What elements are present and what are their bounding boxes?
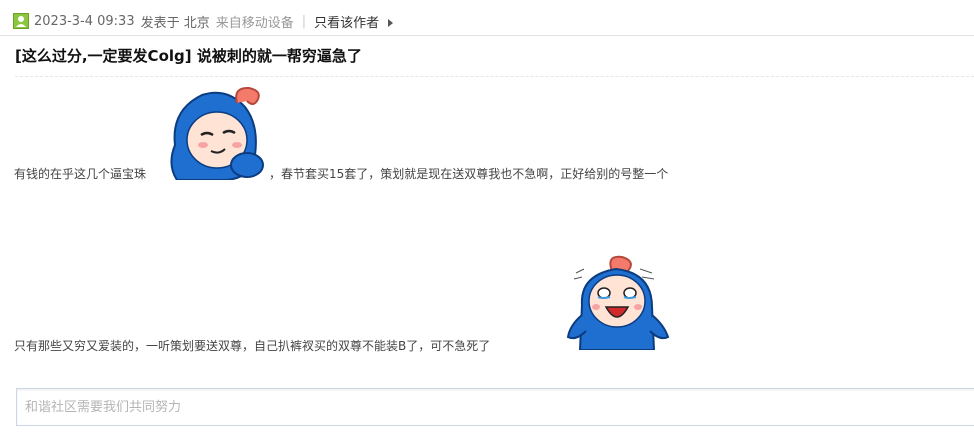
paragraph-2: 只有那些又穷又爱装的，一听策划要送双尊，自己扒裤衩买的双尊不能装B了，可不急死了 xyxy=(14,339,491,353)
paragraph-1-part-2: ，春节套买15套了，策划就是现在送双尊我也不急啊，正好给别的号整一个 xyxy=(269,167,669,181)
forum-post: 2023-3-4 09:33 发表于 北京 来自移动设备 | 只看该作者 [这么… xyxy=(0,0,974,443)
post-location: 发表于 北京 xyxy=(140,15,210,31)
laughing-mascot-sticker xyxy=(566,255,670,350)
title-divider xyxy=(15,76,974,77)
comment-input[interactable] xyxy=(17,389,974,425)
post-date: 2023-3-4 09:33 xyxy=(34,13,135,29)
smug-mascot-sticker xyxy=(170,86,264,180)
only-author-link[interactable]: 只看该作者 xyxy=(314,12,394,31)
caret-right-icon xyxy=(388,19,394,27)
post-device: 来自移动设备 xyxy=(215,15,294,31)
comment-box xyxy=(16,388,974,426)
paragraph-1: 有钱的在乎这几个逼宝珠 ，春节套买15套了，策划就是现在送双尊我也不急啊，正好给… xyxy=(14,165,668,182)
divider xyxy=(0,35,974,36)
paragraph-1-part-1: 有钱的在乎这几个逼宝珠 xyxy=(14,167,147,181)
user-avatar-icon[interactable] xyxy=(13,13,29,29)
post-title: [这么过分,一定要发Colg] 说被刺的就一帮穷逼急了 xyxy=(15,47,362,65)
only-author-label: 只看该作者 xyxy=(314,15,380,31)
post-meta-bar: 2023-3-4 09:33 发表于 北京 来自移动设备 | 只看该作者 xyxy=(13,9,974,33)
meta-separator: | xyxy=(301,13,307,29)
